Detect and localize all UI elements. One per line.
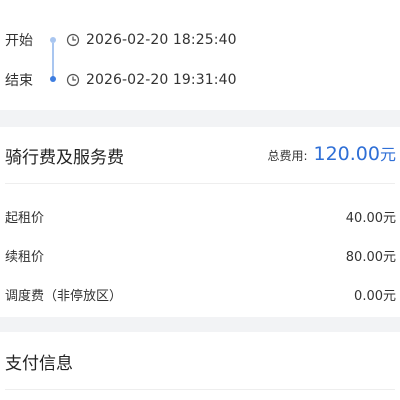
trip-end-time: 2026-02-20 19:31:40 xyxy=(86,72,237,88)
payment-divider xyxy=(5,389,395,390)
fee-total-unit: 元 xyxy=(379,145,396,164)
fee-card: 骑行费及服务费 总费用: 120.00 元 起租价 40.00元 续租价 80.… xyxy=(0,127,400,317)
fee-divider xyxy=(5,183,395,184)
trip-end-label: 结束 xyxy=(5,73,33,89)
fee-name: 调度费（非停放区） xyxy=(5,289,123,304)
trip-start-row: 开始 2026-02-20 18:25:40 xyxy=(0,28,400,52)
fee-name: 续租价 xyxy=(5,250,45,265)
fee-total: 总费用: 120.00 元 xyxy=(267,141,396,165)
fee-row-base: 起租价 40.00元 xyxy=(0,205,400,227)
fee-value: 0.00元 xyxy=(354,289,396,304)
payment-card: 支付信息 xyxy=(0,332,400,400)
fee-name: 起租价 xyxy=(5,211,45,226)
trip-time-card: 开始 2026-02-20 18:25:40 结束 2026-02-20 19:… xyxy=(0,0,400,110)
fee-row-dispatch: 调度费（非停放区） 0.00元 xyxy=(0,283,400,305)
trip-start-time: 2026-02-20 18:25:40 xyxy=(86,32,237,48)
fee-row-extension: 续租价 80.00元 xyxy=(0,244,400,266)
fee-section-title: 骑行费及服务费 xyxy=(5,148,124,168)
payment-section-title: 支付信息 xyxy=(5,354,73,374)
fee-value: 40.00元 xyxy=(345,211,396,226)
trip-end-row: 结束 2026-02-20 19:31:40 xyxy=(0,68,400,92)
clock-icon xyxy=(66,73,80,87)
fee-value: 80.00元 xyxy=(345,250,396,265)
clock-icon xyxy=(66,33,80,47)
fee-total-amount: 120.00 xyxy=(313,143,380,165)
fee-total-label: 总费用: xyxy=(267,149,308,163)
trip-start-label: 开始 xyxy=(5,33,33,49)
